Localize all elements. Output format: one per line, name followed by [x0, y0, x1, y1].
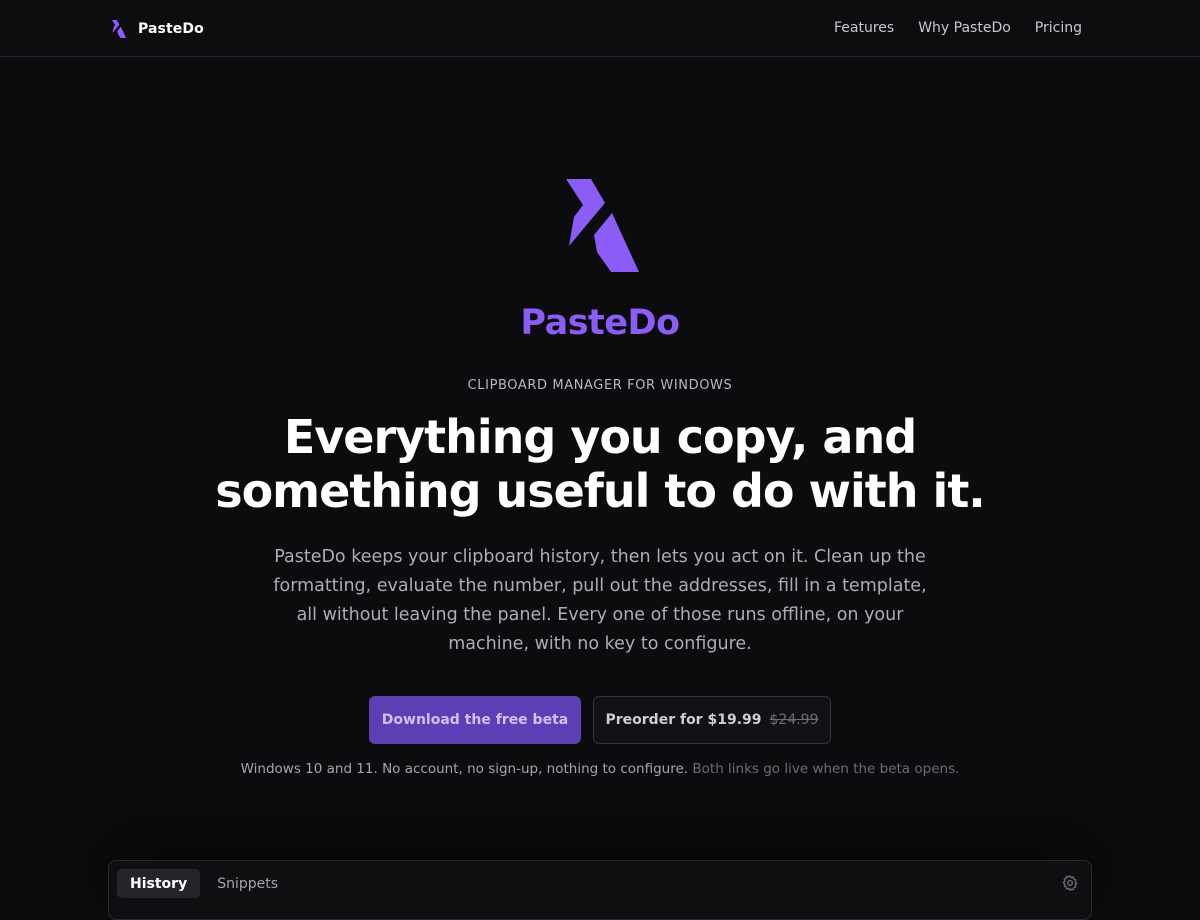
tab-snippets[interactable]: Snippets — [204, 869, 291, 898]
app-preview-panel: History Snippets — [108, 860, 1092, 920]
brand-name: PasteDo — [138, 21, 204, 37]
top-nav-bar: PasteDo Features Why PasteDo Pricing — [0, 0, 1200, 57]
hero-wordmark: PasteDo — [520, 303, 680, 343]
nav-link-pricing[interactable]: Pricing — [1035, 20, 1082, 36]
fineprint-beta-note: Both links go live when the beta opens. — [692, 761, 960, 777]
hero-headline: Everything you copy, and something usefu… — [200, 410, 1000, 518]
hero-headline-line-1: Everything you copy, and — [283, 410, 917, 464]
tab-history[interactable]: History — [117, 869, 201, 898]
cta-row: Download the free beta Preorder for $19.… — [0, 696, 1200, 744]
nav-link-features[interactable]: Features — [834, 20, 894, 36]
cta-fineprint: Windows 10 and 11. No account, no sign-u… — [0, 761, 1200, 777]
hero-headline-line-2: something useful to do with it. — [215, 464, 986, 518]
download-beta-button[interactable]: Download the free beta — [369, 696, 581, 744]
preorder-button[interactable]: Preorder for $19.99 $24.99 — [593, 696, 831, 744]
nav-link-why-pastedo[interactable]: Why PasteDo — [918, 20, 1011, 36]
hero-eyebrow: CLIPBOARD MANAGER FOR WINDOWS — [467, 378, 733, 393]
pastedo-hero-logo-icon — [566, 179, 639, 272]
preorder-label: Preorder for $19.99 — [605, 712, 762, 728]
brand[interactable]: PasteDo — [110, 17, 204, 41]
main-nav: Features Why PasteDo Pricing — [834, 17, 1082, 39]
panel-tabs: History Snippets — [117, 869, 291, 898]
gear-icon[interactable] — [1061, 874, 1079, 892]
pastedo-logo-icon — [111, 20, 127, 38]
preorder-old-price: $24.99 — [769, 712, 819, 728]
hero-description: PasteDo keeps your clipboard history, th… — [273, 547, 927, 654]
fineprint-requirements: Windows 10 and 11. No account, no sign-u… — [240, 761, 689, 777]
